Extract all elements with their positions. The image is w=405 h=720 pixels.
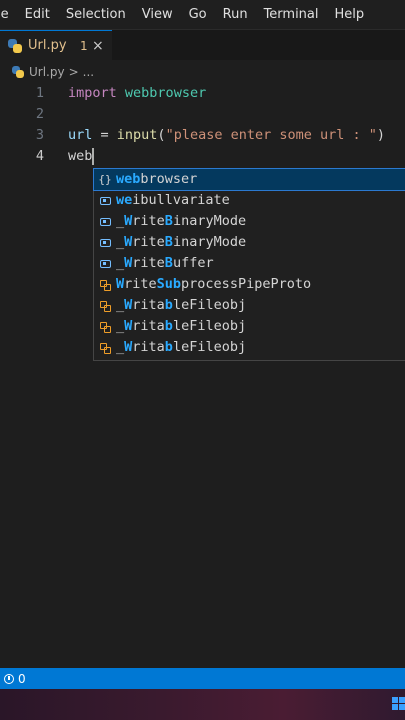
- suggestion-text: rita: [132, 339, 165, 355]
- code-token: web: [68, 148, 93, 164]
- line-code[interactable]: import webbrowser: [68, 83, 206, 104]
- suggestion-text: Sub: [156, 276, 182, 292]
- menu-edit[interactable]: Edit: [17, 7, 58, 22]
- code-token: "please enter some url : ": [165, 127, 377, 143]
- suggestion-item[interactable]: WriteSubprocessPipeProto: [94, 274, 405, 295]
- text-cursor: [92, 147, 95, 165]
- suggestion-text: inaryMode: [172, 234, 247, 250]
- code-line[interactable]: 2: [0, 104, 405, 125]
- suggestion-text: B: [164, 213, 173, 229]
- suggestion-text: rita: [132, 297, 165, 313]
- suggestion-text: B: [164, 234, 173, 250]
- problems-count[interactable]: 0: [18, 672, 26, 686]
- problems-icon[interactable]: [4, 673, 14, 684]
- menu-help[interactable]: Help: [327, 7, 373, 22]
- line-code[interactable]: url = input("please enter some url : "): [68, 125, 385, 146]
- suggestion-item[interactable]: _WritableFileobj: [94, 316, 405, 337]
- suggestion-text: rite: [132, 234, 165, 250]
- suggestion-text: ibullvariate: [132, 192, 230, 208]
- suggestion-text: _: [116, 255, 125, 271]
- line-number: 1: [35, 85, 44, 101]
- variable-icon: [97, 211, 113, 232]
- class-icon: [97, 274, 113, 295]
- code-token: webbrowser: [124, 85, 207, 101]
- line-number: 2: [35, 106, 44, 122]
- code-token: url: [68, 127, 93, 143]
- suggestion-text: b: [164, 318, 173, 334]
- taskbar: [0, 689, 405, 720]
- suggestion-text: _: [116, 339, 125, 355]
- breadcrumb: Url.py > ...: [0, 61, 405, 83]
- menu-bar: le Edit Selection View Go Run Terminal H…: [0, 0, 405, 30]
- menu-view[interactable]: View: [134, 7, 181, 22]
- code-line[interactable]: 1 import webbrowser: [0, 83, 405, 104]
- variable-icon: [97, 232, 113, 253]
- suggestion-text: we: [116, 192, 133, 208]
- code-line[interactable]: 4 web: [0, 146, 405, 167]
- suggestion-text: _: [116, 318, 125, 334]
- suggestion-text: _: [116, 297, 125, 313]
- tab-bar: Url.py 1 ×: [0, 30, 405, 60]
- class-icon: [97, 295, 113, 316]
- breadcrumb-symbols[interactable]: ...: [83, 65, 94, 79]
- suggestion-text: browser: [140, 171, 198, 187]
- suggestion-text: web: [116, 171, 141, 187]
- suggestion-text: rite: [132, 255, 165, 271]
- suggestion-text: uffer: [172, 255, 214, 271]
- python-file-icon: [12, 66, 24, 78]
- menu-go[interactable]: Go: [181, 7, 215, 22]
- menu-terminal[interactable]: Terminal: [256, 7, 327, 22]
- suggestion-item[interactable]: _WritableFileobj: [94, 295, 405, 316]
- line-number: 3: [35, 127, 44, 143]
- suggestion-text: rite: [132, 213, 165, 229]
- python-file-icon: [8, 38, 22, 53]
- suggestion-text: processPipeProto: [181, 276, 312, 292]
- module-icon: {}: [98, 173, 112, 186]
- suggestion-text: B: [164, 255, 173, 271]
- code-token: import: [68, 85, 117, 101]
- menu-run[interactable]: Run: [215, 7, 256, 22]
- tab-filename: Url.py: [28, 38, 67, 53]
- suggestion-text: rita: [132, 318, 165, 334]
- variable-icon: [97, 190, 113, 211]
- code-token: ): [376, 127, 386, 143]
- class-icon: [97, 316, 113, 337]
- suggestion-text: leFileobj: [172, 318, 247, 334]
- suggestion-text: _: [116, 234, 125, 250]
- code-line[interactable]: 3 url = input("please enter some url : "…: [0, 125, 405, 146]
- suggestion-item[interactable]: _WriteBuffer: [94, 253, 405, 274]
- suggestion-text: _: [116, 213, 125, 229]
- class-icon: [97, 337, 113, 358]
- autocomplete-suggestions: {} webbrowser weibullvariate _WriteBinaryMo…: [93, 168, 405, 361]
- variable-icon: [97, 253, 113, 274]
- suggestion-item[interactable]: weibullvariate: [94, 190, 405, 211]
- problem-count-badge: 1: [80, 38, 88, 53]
- code-token: input: [116, 127, 158, 143]
- line-number: 4: [35, 148, 44, 164]
- suggestion-item[interactable]: _WriteBinaryMode: [94, 232, 405, 253]
- chevron-right-icon: >: [68, 65, 79, 79]
- suggestion-text: inaryMode: [172, 213, 247, 229]
- tab-url-py[interactable]: Url.py 1 ×: [0, 30, 112, 60]
- suggestion-text: W: [116, 276, 125, 292]
- menu-selection[interactable]: Selection: [58, 7, 134, 22]
- suggestion-text: b: [164, 297, 173, 313]
- status-bar: 0: [0, 668, 405, 689]
- close-icon[interactable]: ×: [92, 38, 104, 54]
- suggestion-item[interactable]: _WritableFileobj: [94, 337, 405, 358]
- suggestion-text: leFileobj: [172, 297, 247, 313]
- code-token: (: [157, 127, 166, 143]
- suggestion-item[interactable]: {} webbrowser: [93, 168, 405, 191]
- menu-file[interactable]: le: [0, 7, 17, 22]
- code-token: =: [92, 127, 117, 143]
- breadcrumb-file[interactable]: Url.py: [29, 65, 65, 79]
- suggestion-text: b: [164, 339, 173, 355]
- windows-start-icon[interactable]: [392, 697, 405, 711]
- suggestion-text: leFileobj: [172, 339, 247, 355]
- suggestion-item[interactable]: _WriteBinaryMode: [94, 211, 405, 232]
- line-code[interactable]: web: [68, 146, 95, 167]
- suggestion-text: rite: [124, 276, 157, 292]
